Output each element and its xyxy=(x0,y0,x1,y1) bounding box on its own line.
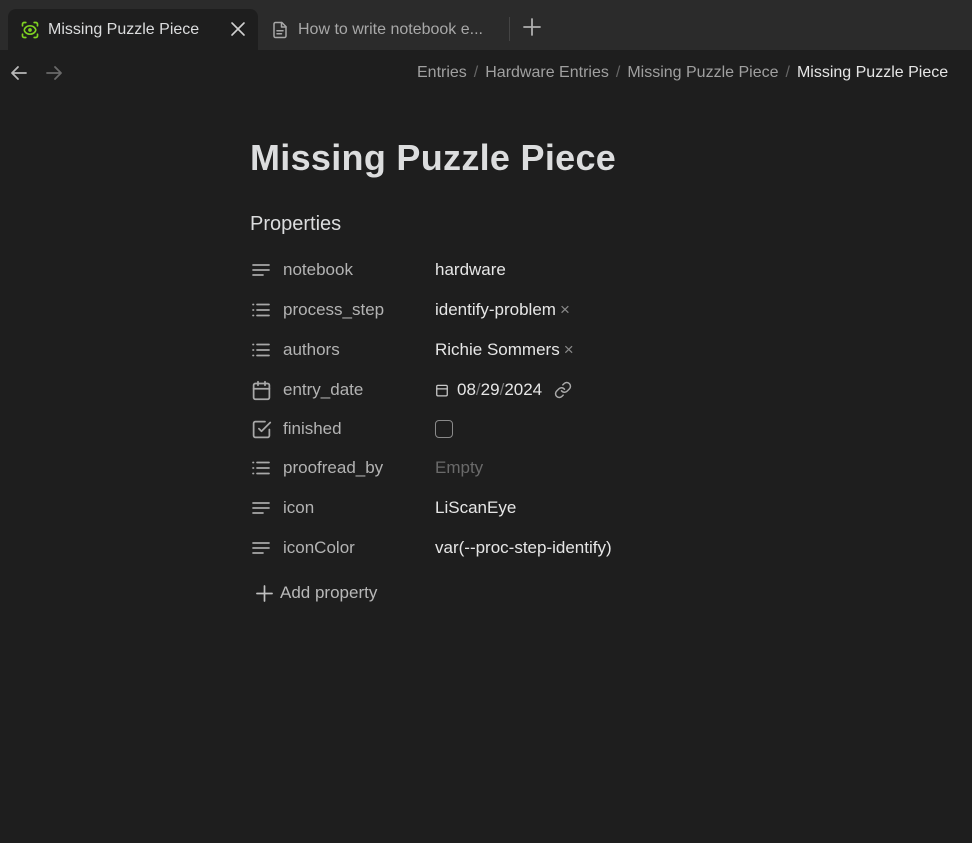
remove-value-button[interactable]: × xyxy=(564,340,574,360)
property-icon: icon LiScanEye xyxy=(250,489,750,527)
breadcrumb-separator: / xyxy=(615,64,621,81)
date-input[interactable]: 08/29/2024 xyxy=(435,380,572,400)
tab-how-to-write-notebook[interactable]: How to write notebook e... xyxy=(262,9,506,50)
date-year[interactable]: 2024 xyxy=(504,380,542,400)
breadcrumb-hardware-entries[interactable]: Hardware Entries xyxy=(485,64,609,81)
plus-icon xyxy=(523,18,541,36)
tag-value[interactable]: identify-problem xyxy=(435,300,556,320)
property-value[interactable]: LiScanEye xyxy=(435,498,516,518)
property-value-input[interactable]: Empty xyxy=(435,458,483,478)
property-value xyxy=(435,420,453,438)
breadcrumb: Entries / Hardware Entries / Missing Puzzle … xyxy=(417,64,948,82)
file-icon xyxy=(270,20,290,40)
close-tab-button[interactable] xyxy=(228,19,248,39)
property-value[interactable]: hardware xyxy=(435,260,506,280)
property-value: identify-problem × xyxy=(435,300,570,320)
property-key[interactable]: icon xyxy=(283,498,435,518)
scan-eye-icon xyxy=(20,20,40,40)
page-title[interactable]: Missing Puzzle Piece xyxy=(250,137,616,179)
date-day[interactable]: 29 xyxy=(481,380,500,400)
property-proofread-by: proofread_by Empty xyxy=(250,449,750,487)
breadcrumb-separator: / xyxy=(785,64,790,81)
property-key[interactable]: entry_date xyxy=(283,380,435,400)
property-icon-color: iconColor var(--proc-step-identify) xyxy=(250,529,750,567)
list-icon xyxy=(250,457,272,479)
new-tab-button[interactable] xyxy=(519,14,545,40)
arrow-right-icon xyxy=(46,66,62,80)
arrow-left-icon xyxy=(11,66,27,80)
tab-divider xyxy=(509,17,510,41)
breadcrumb-folder[interactable]: Missing Puzzle Piece xyxy=(627,64,778,81)
checkbox-icon xyxy=(250,418,272,440)
breadcrumb-current[interactable]: Missing Puzzle Piece xyxy=(797,64,948,81)
text-icon xyxy=(250,259,272,281)
tag-value[interactable]: Richie Sommers xyxy=(435,340,560,360)
list-icon xyxy=(250,339,272,361)
breadcrumb-separator: / xyxy=(473,64,479,81)
property-value[interactable]: var(--proc-step-identify) xyxy=(435,538,612,558)
property-key[interactable]: notebook xyxy=(283,260,435,280)
remove-value-button[interactable]: × xyxy=(560,300,570,320)
close-icon xyxy=(231,22,245,36)
plus-icon xyxy=(254,583,274,603)
calendar-icon xyxy=(250,379,272,401)
date-month[interactable]: 08 xyxy=(457,380,476,400)
property-key[interactable]: iconColor xyxy=(283,538,435,558)
list-icon xyxy=(250,299,272,321)
property-key[interactable]: proofread_by xyxy=(283,458,435,478)
tab-title: How to write notebook e... xyxy=(298,20,483,38)
property-notebook: notebook hardware xyxy=(250,251,750,289)
finished-checkbox[interactable] xyxy=(435,420,453,438)
add-property-button[interactable]: Add property xyxy=(254,580,377,606)
text-icon xyxy=(250,497,272,519)
text-icon xyxy=(250,537,272,559)
properties-heading[interactable]: Properties xyxy=(250,213,341,236)
calendar-icon xyxy=(436,384,448,397)
link-icon[interactable] xyxy=(554,381,572,399)
forward-button[interactable] xyxy=(42,61,66,85)
property-key[interactable]: finished xyxy=(283,419,435,439)
back-button[interactable] xyxy=(7,61,31,85)
property-key[interactable]: process_step xyxy=(283,300,435,320)
tab-missing-puzzle-piece[interactable]: Missing Puzzle Piece xyxy=(8,9,258,50)
property-process-step: process_step identify-problem × xyxy=(250,291,750,329)
breadcrumb-entries[interactable]: Entries xyxy=(417,64,467,81)
property-value: Richie Sommers × xyxy=(435,340,574,360)
property-authors: authors Richie Sommers × xyxy=(250,331,750,369)
property-finished: finished xyxy=(250,410,750,448)
tab-title: Missing Puzzle Piece xyxy=(48,20,200,38)
property-entry-date: entry_date 08/29/2024 xyxy=(250,371,750,409)
nav-bar: Entries / Hardware Entries / Missing Puzzle … xyxy=(0,50,972,96)
property-key[interactable]: authors xyxy=(283,340,435,360)
tab-bar: Missing Puzzle Piece How to write notebo… xyxy=(0,0,972,50)
add-property-label: Add property xyxy=(280,583,378,602)
